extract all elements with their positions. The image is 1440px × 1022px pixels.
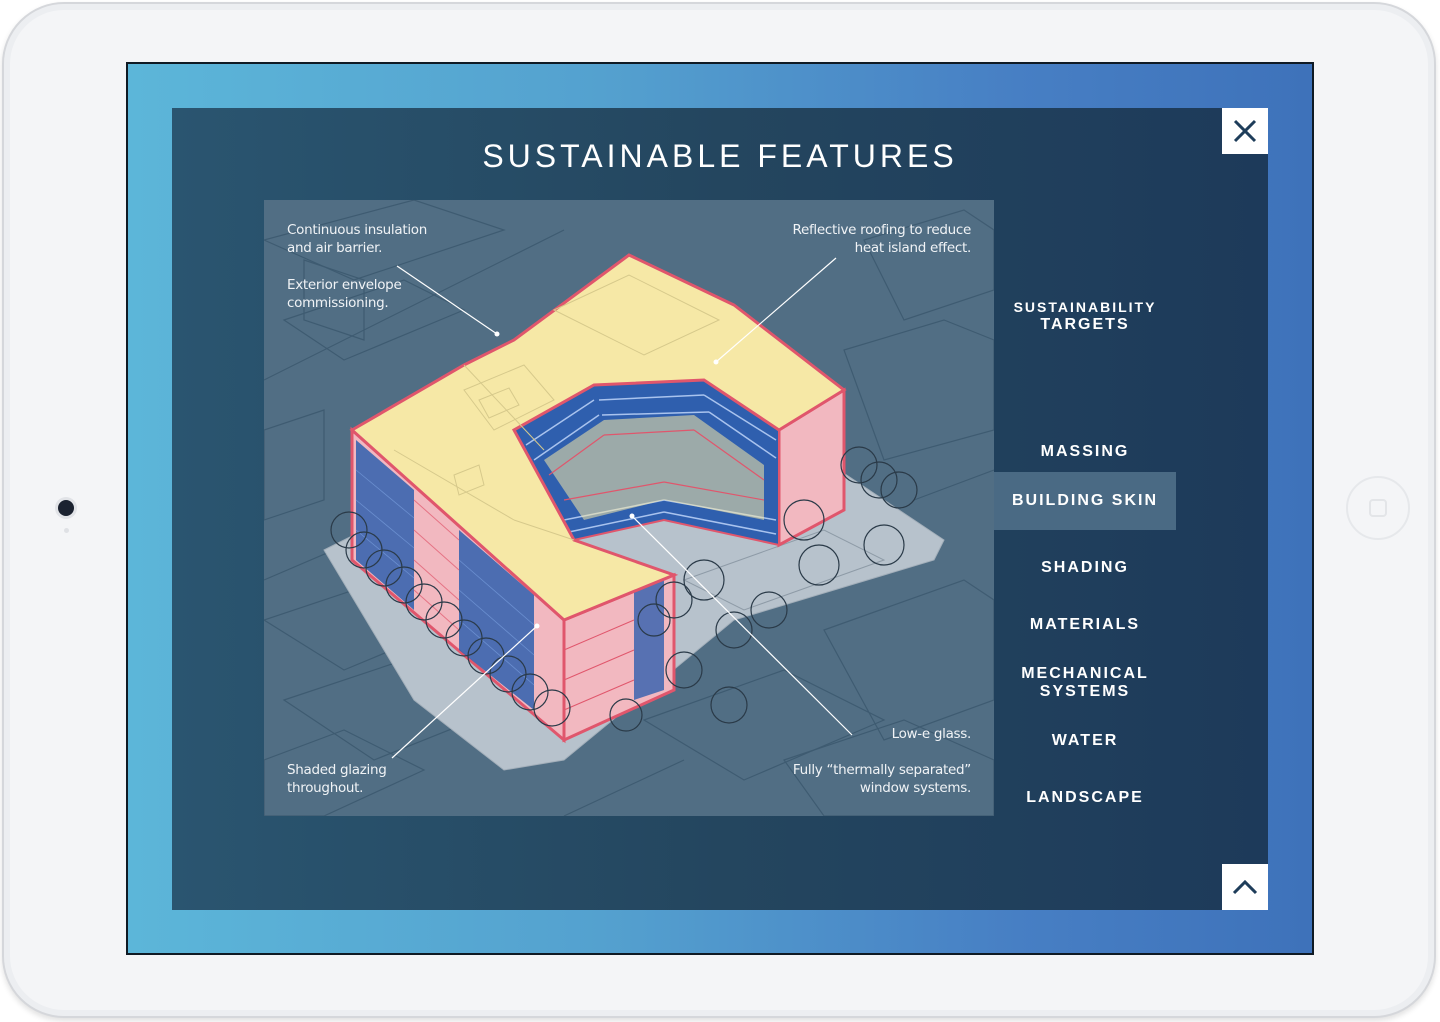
annotation-line: heat island effect.	[854, 240, 972, 256]
screen-background: SUSTAINABLE FEATURES Continuous insulati…	[128, 64, 1312, 953]
screen: SUSTAINABLE FEATURES Continuous insulati…	[126, 62, 1314, 955]
building-illustration: Continuous insulation and air barrier. E…	[264, 200, 994, 816]
annotation-line: throughout.	[287, 780, 364, 796]
menu-item-label: SHADING	[1041, 559, 1129, 576]
menu-item-label: SYSTEMS	[1039, 683, 1131, 700]
annotation-line: Exterior envelope	[287, 277, 402, 293]
annotation-insulation: Continuous insulation and air barrier.	[287, 221, 427, 257]
annotation-envelope: Exterior envelope commissioning.	[287, 276, 402, 312]
annotation-line: commissioning.	[287, 295, 389, 311]
menu-item-water[interactable]: WATER	[994, 732, 1176, 750]
annotation-line: Low-e glass.	[891, 726, 972, 742]
sustainable-features-modal: SUSTAINABLE FEATURES Continuous insulati…	[172, 108, 1268, 910]
menu-item-label: MASSING	[1040, 443, 1130, 460]
home-button[interactable]	[1346, 476, 1410, 540]
menu-item-landscape[interactable]: LANDSCAPE	[994, 789, 1176, 807]
annotation-line: window systems.	[859, 780, 971, 796]
annotation-lowe: Low-e glass.	[891, 725, 972, 743]
annotation-line: Continuous insulation	[287, 222, 428, 238]
menu-item-building-skin[interactable]: BUILDING SKIN	[994, 472, 1176, 530]
annotation-line: and air barrier.	[287, 240, 383, 256]
sensor-dot	[64, 528, 69, 533]
close-icon	[1233, 119, 1257, 143]
menu-item-label: MECHANICAL	[1021, 665, 1149, 682]
annotation-roofing: Reflective roofing to reduce heat island…	[793, 221, 972, 257]
menu-item-shading[interactable]: SHADING	[994, 559, 1176, 577]
camera-icon	[58, 500, 74, 516]
scroll-up-button[interactable]	[1222, 864, 1268, 910]
modal-title: SUSTAINABLE FEATURES	[482, 138, 958, 174]
menu-item-materials[interactable]: MATERIALS	[994, 616, 1176, 634]
home-square-icon	[1369, 499, 1387, 517]
annotation-line: Reflective roofing to reduce	[792, 222, 972, 238]
menu-item-massing[interactable]: MASSING	[994, 443, 1176, 461]
menu-item-label: MATERIALS	[1029, 616, 1141, 633]
menu-item-label: WATER	[1051, 732, 1119, 749]
chevron-up-icon	[1232, 879, 1258, 895]
annotation-line: Shaded glazing	[287, 762, 387, 778]
menu-item-label: BUILDING SKIN	[1012, 492, 1158, 509]
menu-item-sustainability-targets[interactable]: SUSTAINABILITY TARGETS	[994, 298, 1176, 334]
annotation-glazing: Shaded glazing throughout.	[287, 761, 387, 797]
annotation-window: Fully “thermally separated” window syste…	[793, 761, 971, 797]
menu-item-label: TARGETS	[1040, 316, 1130, 333]
close-button[interactable]	[1222, 108, 1268, 154]
menu-item-label: LANDSCAPE	[1026, 789, 1144, 806]
features-menu: SUSTAINABILITY TARGETS MASSING BUILDING …	[994, 200, 1176, 816]
menu-item-label: SUSTAINABILITY	[1013, 299, 1157, 315]
annotation-line: Fully “thermally separated”	[792, 762, 971, 778]
menu-item-mechanical-systems[interactable]: MECHANICAL SYSTEMS	[994, 665, 1176, 701]
